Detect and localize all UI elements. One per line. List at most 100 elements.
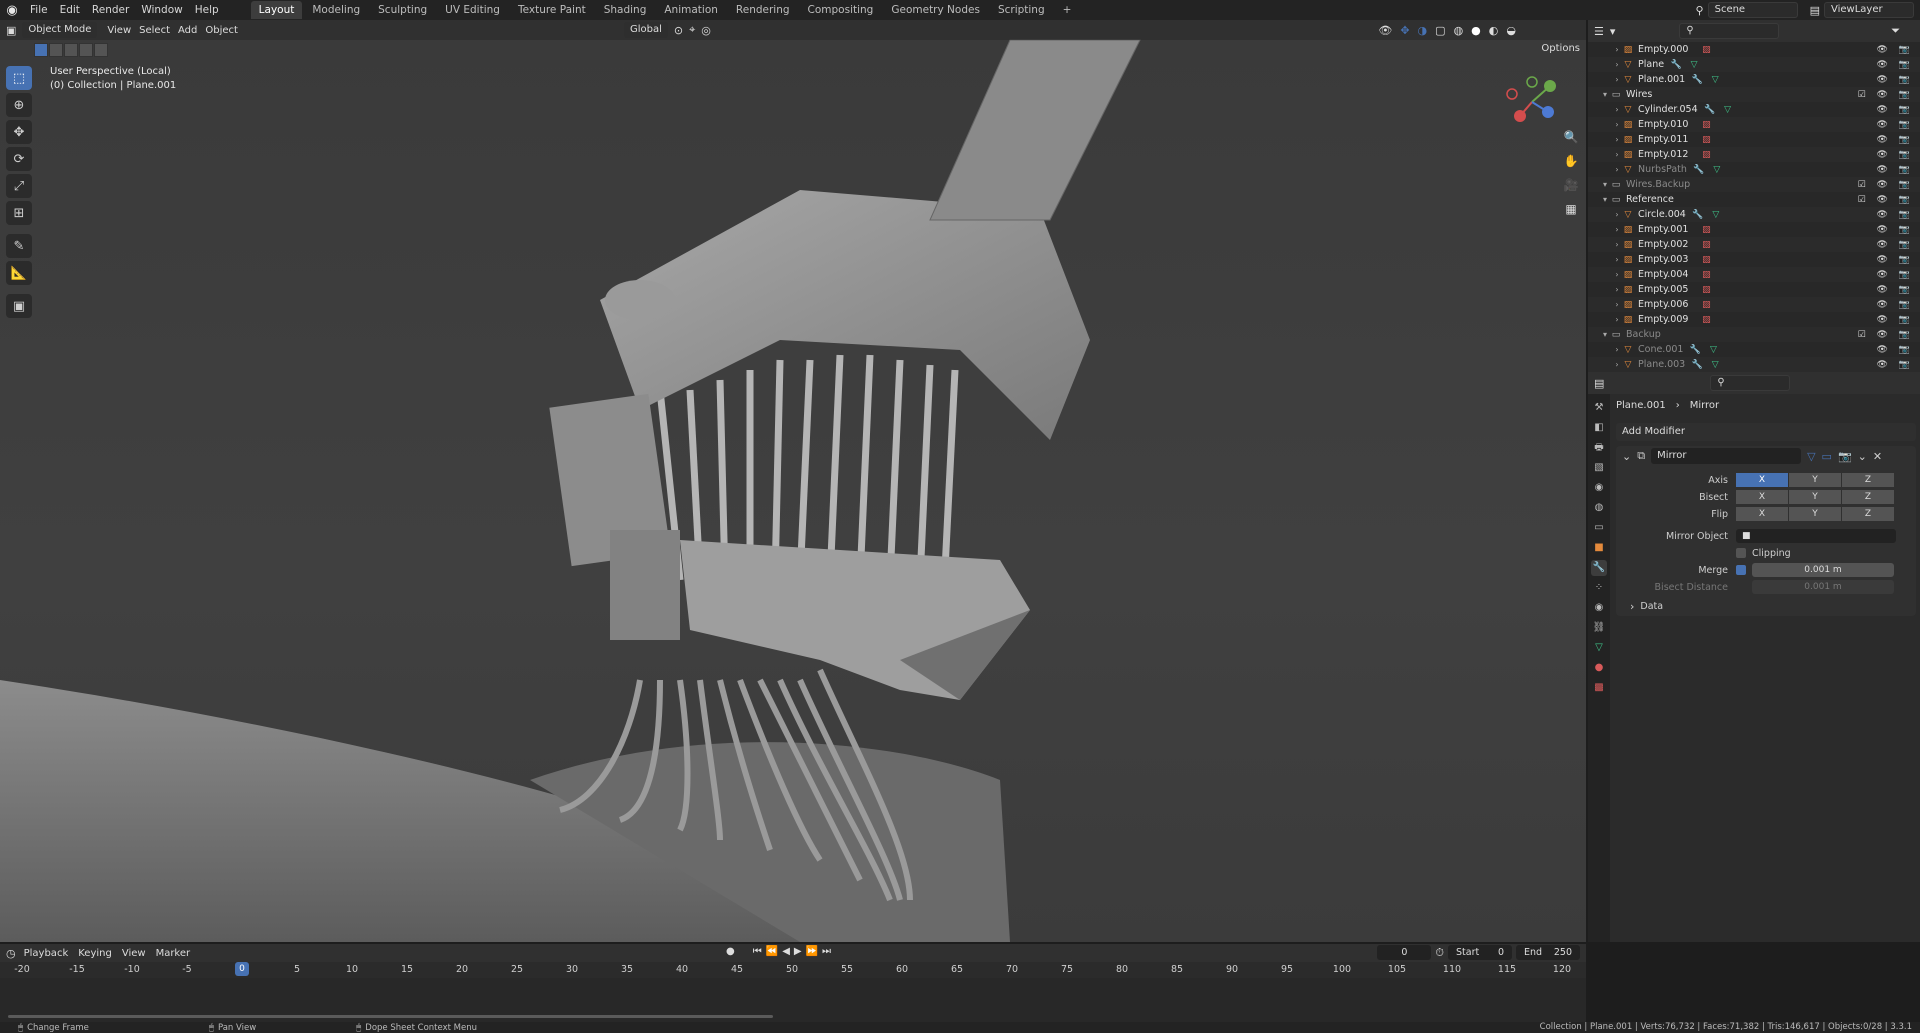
modifier-icon[interactable]: 🔧 <box>1670 60 1682 70</box>
world-tab-icon[interactable]: ◍ <box>1591 500 1607 516</box>
outliner-item[interactable]: › ▽ Cylinder.054 🔧 ▽ 👁 📷 <box>1588 102 1920 117</box>
cursor-icon[interactable]: ⊕ <box>6 93 32 117</box>
play-reverse-icon[interactable]: ◀ <box>782 946 790 957</box>
add-cube-icon[interactable]: ▣ <box>6 294 32 318</box>
properties-editor-icon[interactable]: ▤ <box>1594 377 1604 390</box>
bisect-y-toggle[interactable]: Y <box>1789 490 1841 504</box>
annotate-icon[interactable]: ✎ <box>6 234 32 258</box>
particles-tab-icon[interactable]: ⁘ <box>1591 580 1607 596</box>
tab-layout[interactable]: Layout <box>250 1 303 19</box>
outliner-item[interactable]: ▾ ▭ Wires ☑ 👁 📷 <box>1588 87 1920 102</box>
expand-toggle-icon[interactable]: ▾ <box>1600 330 1610 339</box>
tab-animation[interactable]: Animation <box>656 1 726 19</box>
viewport-scene-render[interactable] <box>0 20 1586 942</box>
tab-compositing[interactable]: Compositing <box>800 1 882 19</box>
3d-viewport[interactable]: ▣ Object Mode View Select Add Object Global… <box>0 20 1586 942</box>
remove-modifier-icon[interactable]: ✕ <box>1873 450 1882 463</box>
image-data-icon[interactable]: ▨ <box>1700 255 1712 265</box>
mesh-data-icon[interactable]: ▽ <box>1709 360 1721 370</box>
jump-start-icon[interactable]: ⏮ <box>753 946 762 957</box>
timeline-editor-icon[interactable]: ◷ <box>6 947 16 960</box>
gizmo-toggle-icon[interactable]: ✥ <box>1400 24 1409 37</box>
tab-modeling[interactable]: Modeling <box>304 1 368 19</box>
expand-toggle-icon[interactable]: › <box>1612 60 1622 69</box>
menu-edit[interactable]: Edit <box>54 0 86 20</box>
timeline-menu-keying[interactable]: Keying <box>78 948 112 959</box>
expand-toggle-icon[interactable]: › <box>1612 240 1622 249</box>
tab-sculpting[interactable]: Sculpting <box>370 1 435 19</box>
outliner-item[interactable]: › ▨ Empty.003 ▨ 👁 📷 <box>1588 252 1920 267</box>
next-keyframe-icon[interactable]: ⏩ <box>806 946 818 957</box>
modifier-icon[interactable]: 🔧 <box>1692 210 1704 220</box>
expand-toggle-icon[interactable]: › <box>1612 75 1622 84</box>
visibility-toggle-icon[interactable]: 👁 📷 <box>1877 225 1915 235</box>
options-dropdown[interactable]: Options <box>1541 43 1580 54</box>
timeline-body[interactable] <box>0 978 1586 1022</box>
texture-tab-icon[interactable]: ▩ <box>1591 680 1607 696</box>
visibility-toggle-icon[interactable]: 👁 📷 <box>1877 75 1915 85</box>
navigation-gizmo[interactable] <box>1502 72 1562 132</box>
prev-keyframe-icon[interactable]: ⏪ <box>766 946 778 957</box>
frame-ruler[interactable]: -20 -15 -10 -5 0 5 10 15 20 25 30 35 40 45 50 55 60 65 70 7… <box>0 962 1586 1022</box>
outliner-item[interactable]: › ▨ Empty.001 ▨ 👁 📷 <box>1588 222 1920 237</box>
mesh-data-icon[interactable]: ▽ <box>1688 60 1700 70</box>
play-icon[interactable]: ▶ <box>794 946 802 957</box>
expand-toggle-icon[interactable]: › <box>1612 285 1622 294</box>
outliner-item[interactable]: › ▨ Empty.002 ▨ 👁 📷 <box>1588 237 1920 252</box>
visibility-icon[interactable]: 👁 <box>1378 24 1392 37</box>
expand-toggle-icon[interactable]: ▾ <box>1600 195 1610 204</box>
proportional-edit-icon[interactable]: ◎ <box>701 24 711 37</box>
visibility-toggle-icon[interactable]: 👁 📷 <box>1877 105 1915 115</box>
expand-toggle-icon[interactable]: › <box>1612 120 1622 129</box>
modifier-tab-icon[interactable]: 🔧 <box>1591 560 1607 576</box>
visibility-toggle-icon[interactable]: 👁 📷 <box>1877 45 1915 55</box>
visibility-toggle-icon[interactable]: 👁 📷 <box>1877 360 1915 370</box>
tab-shading[interactable]: Shading <box>596 1 655 19</box>
modifier-icon[interactable]: 🔧 <box>1689 345 1701 355</box>
output-tab-icon[interactable]: 🖶 <box>1591 440 1607 456</box>
flip-z-toggle[interactable]: Z <box>1842 507 1894 521</box>
flip-x-toggle[interactable]: X <box>1736 507 1788 521</box>
scene-tab-icon[interactable]: ◉ <box>1591 480 1607 496</box>
expand-toggle-icon[interactable]: › <box>1612 300 1622 309</box>
select-set-icon[interactable] <box>34 43 48 57</box>
pan-hand-icon[interactable]: ✋ <box>1562 152 1580 170</box>
expand-toggle-icon[interactable]: ▾ <box>1600 180 1610 189</box>
mode-dropdown[interactable]: Object Mode <box>22 22 98 38</box>
modifier-icon[interactable]: 🔧 <box>1691 360 1703 370</box>
outliner-item[interactable]: ▾ ▭ Backup ☑ 👁 📷 <box>1588 327 1920 342</box>
constraints-tab-icon[interactable]: ⛓ <box>1591 620 1607 636</box>
outliner-item[interactable]: ▾ ▭ Wires.Backup ☑ 👁 📷 <box>1588 177 1920 192</box>
image-data-icon[interactable]: ▨ <box>1700 45 1712 55</box>
viewport-toggle-icon[interactable]: ▭ <box>1822 450 1832 463</box>
visibility-toggle-icon[interactable]: 👁 📷 <box>1877 300 1915 310</box>
axis-y-toggle[interactable]: Y <box>1789 473 1841 487</box>
expand-toggle-icon[interactable]: › <box>1612 135 1622 144</box>
solid-shading-icon[interactable]: ● <box>1471 24 1481 37</box>
outliner-editor-icon[interactable]: ☰ <box>1594 25 1604 38</box>
data-expand-icon[interactable]: › <box>1630 600 1634 613</box>
select-subtract-icon[interactable] <box>64 43 78 57</box>
expand-toggle-icon[interactable]: › <box>1612 210 1622 219</box>
select-intersect-icon[interactable] <box>94 43 108 57</box>
editor-type-icon[interactable]: ▣ <box>6 24 16 37</box>
render-toggle-icon[interactable]: 📷 <box>1838 450 1852 463</box>
menu-file[interactable]: File <box>24 0 54 20</box>
mesh-data-icon[interactable]: ▽ <box>1710 210 1722 220</box>
wireframe-shading-icon[interactable]: ◍ <box>1454 24 1464 37</box>
display-mode-icon[interactable]: ▾ <box>1610 25 1616 38</box>
expand-toggle-icon[interactable]: › <box>1612 45 1622 54</box>
image-data-icon[interactable]: ▨ <box>1700 150 1712 160</box>
modifier-name-input[interactable]: Mirror <box>1651 448 1802 464</box>
image-data-icon[interactable]: ▨ <box>1700 270 1712 280</box>
tab-rendering[interactable]: Rendering <box>728 1 798 19</box>
merge-distance-field[interactable]: 0.001 m <box>1752 563 1894 577</box>
mesh-data-icon[interactable]: ▽ <box>1722 105 1734 115</box>
tab-uv-editing[interactable]: UV Editing <box>437 1 508 19</box>
visibility-toggle-icon[interactable]: 👁 📷 <box>1877 165 1915 175</box>
select-extend-icon[interactable] <box>49 43 63 57</box>
record-icon[interactable]: ● <box>726 946 735 957</box>
timeline-scrollbar[interactable] <box>8 1015 773 1018</box>
transform-icon[interactable]: ⊞ <box>6 201 32 225</box>
axis-z-toggle[interactable]: Z <box>1842 473 1894 487</box>
